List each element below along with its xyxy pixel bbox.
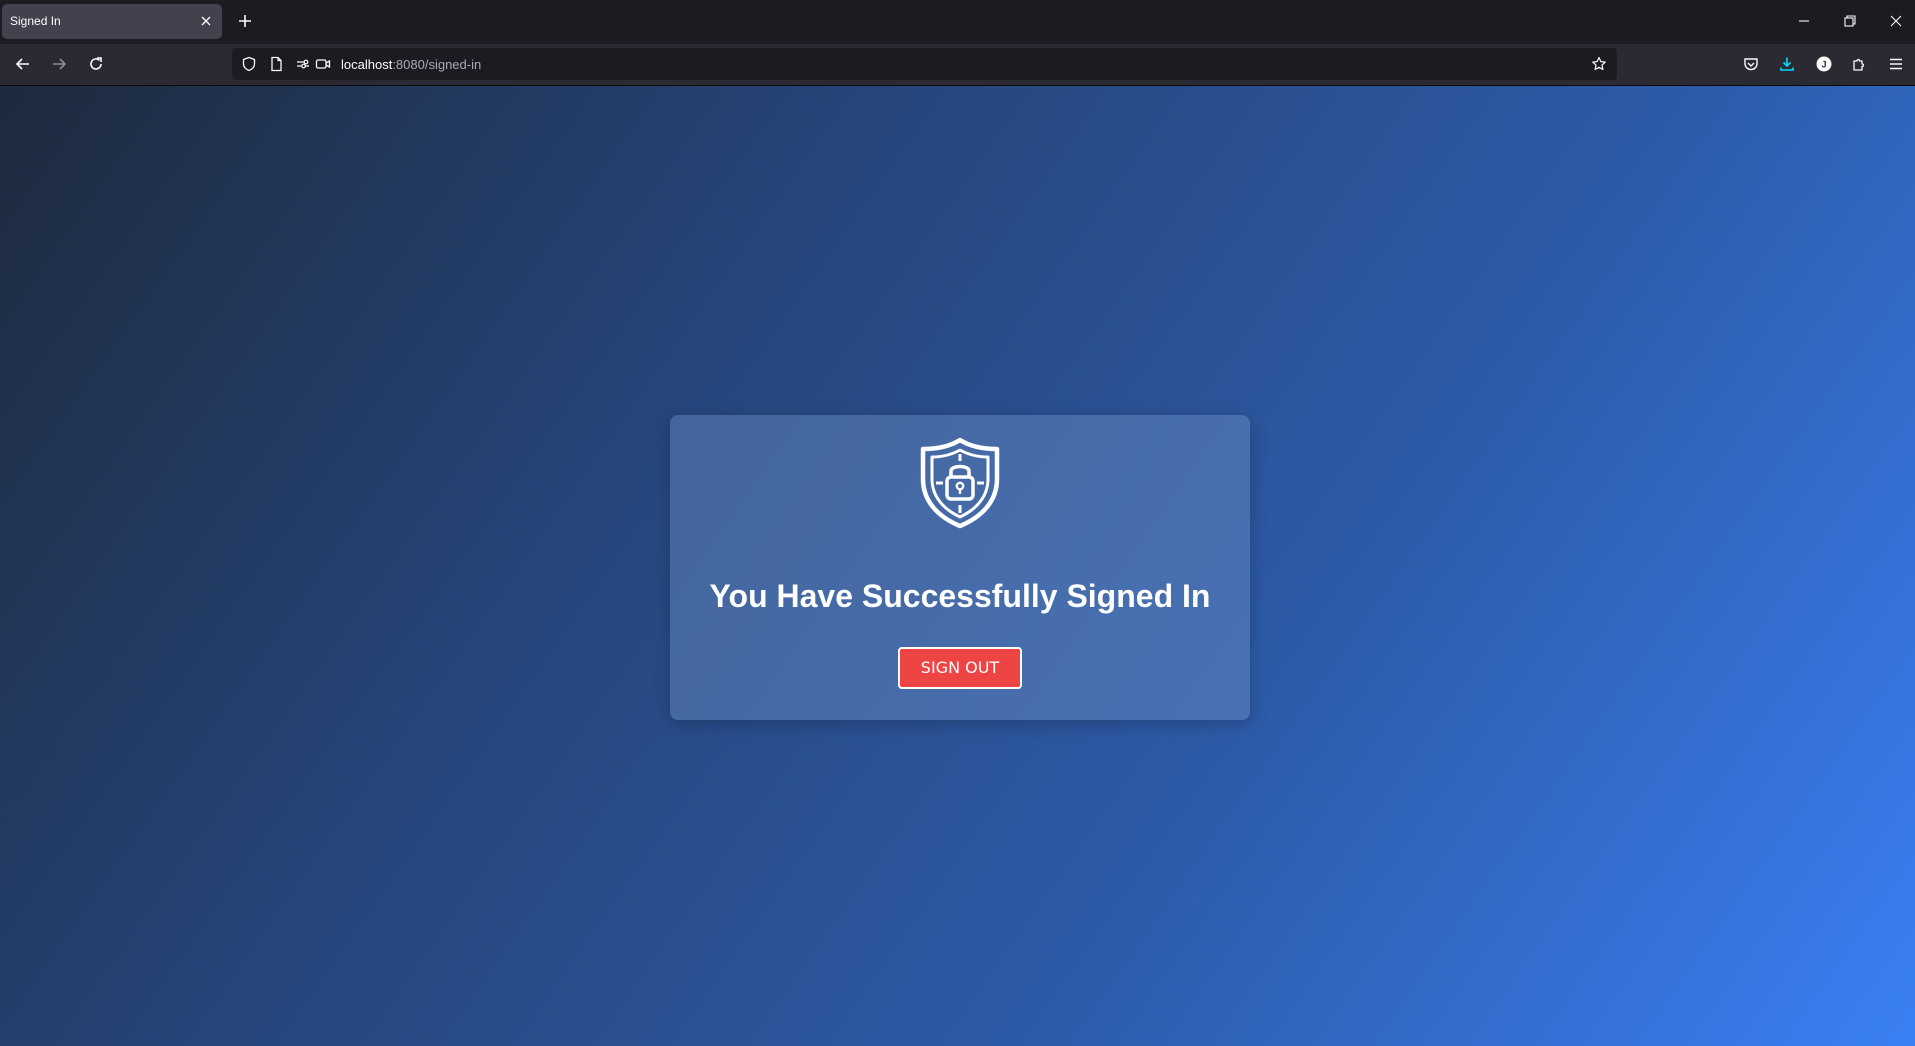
puzzle-icon[interactable] [1851, 55, 1869, 73]
close-window-icon[interactable] [1887, 12, 1905, 30]
url-host: localhost [341, 57, 393, 72]
url-path: :8080/signed-in [392, 57, 482, 72]
restore-icon[interactable] [1841, 12, 1859, 30]
shield-icon[interactable] [241, 56, 257, 72]
hamburger-menu-icon[interactable] [1887, 55, 1905, 73]
url-text[interactable]: localhost:8080/signed-in [341, 57, 481, 72]
page-title: You Have Successfully Signed In [709, 578, 1211, 614]
document-icon[interactable] [268, 56, 284, 72]
arrow-right-icon[interactable] [50, 55, 68, 73]
new-tab-icon[interactable] [236, 12, 254, 30]
browser-window: Signed In localhost:8080/signed-in J You… [0, 0, 1915, 1046]
account-icon[interactable]: J [1815, 55, 1833, 73]
pocket-icon[interactable] [1742, 55, 1760, 73]
star-icon[interactable] [1591, 56, 1607, 72]
signed-in-card: You Have Successfully Signed In SIGN OUT [670, 415, 1250, 720]
tab-title: Signed In [10, 14, 61, 28]
address-bar[interactable]: localhost:8080/signed-in [232, 48, 1617, 80]
download-icon[interactable] [1778, 55, 1796, 73]
tab-strip: Signed In [0, 0, 1915, 44]
permissions-icon[interactable] [295, 56, 311, 72]
shield-lock-icon [920, 437, 1000, 529]
svg-text:J: J [1821, 60, 1826, 70]
navigation-toolbar: localhost:8080/signed-in J [0, 44, 1915, 86]
minimize-icon[interactable] [1795, 12, 1813, 30]
page-content: You Have Successfully Signed In SIGN OUT [0, 86, 1915, 1046]
sign-out-button[interactable]: SIGN OUT [898, 647, 1022, 689]
arrow-left-icon[interactable] [14, 55, 32, 73]
close-tab-icon[interactable] [198, 13, 214, 29]
tab-signed-in[interactable]: Signed In [2, 4, 222, 39]
reload-icon[interactable] [87, 55, 105, 73]
camera-icon[interactable] [315, 56, 331, 72]
